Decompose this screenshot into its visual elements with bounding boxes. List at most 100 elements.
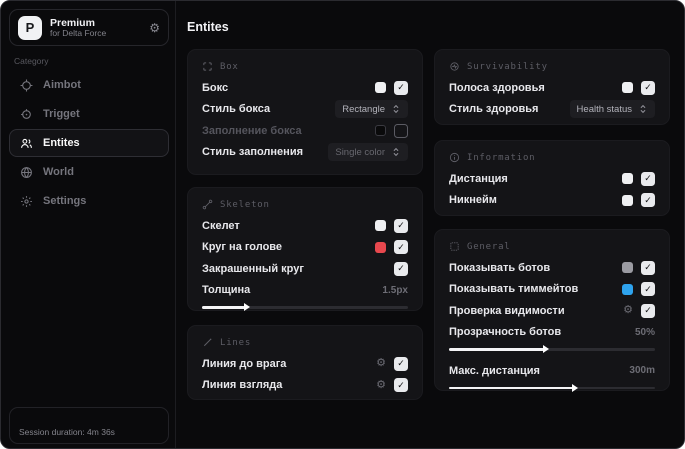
- row-controls: ✓: [375, 240, 408, 255]
- color-swatch[interactable]: [375, 241, 386, 253]
- sidebar-item-entites[interactable]: Entites: [9, 129, 169, 157]
- sidebar-item-settings[interactable]: Settings: [9, 187, 169, 215]
- setting-row: Линия взгляда ⚙ ✓: [202, 375, 408, 397]
- setting-label: Скелет: [202, 219, 240, 232]
- setting-label: Толщина: [202, 284, 251, 297]
- checkbox[interactable]: ✓: [394, 356, 408, 371]
- setting-row: Заполнение бокса: [202, 120, 408, 142]
- dropdown-health-style[interactable]: Health status: [569, 100, 655, 119]
- panel-header: Lines: [202, 335, 408, 350]
- app-logo: P: [18, 15, 42, 40]
- dropdown-fill-style[interactable]: Single color: [328, 143, 408, 162]
- panel-title: Lines: [220, 337, 252, 348]
- checkbox[interactable]: [394, 123, 408, 138]
- app-window: P Premium for Delta Force ⚙ Category Aim…: [0, 0, 685, 449]
- chevrons-up-down-icon: [393, 148, 399, 157]
- color-swatch[interactable]: [622, 173, 633, 185]
- sidebar-item-aimbot[interactable]: Aimbot: [9, 71, 169, 99]
- slider-fill: [449, 345, 549, 354]
- color-swatch[interactable]: [375, 125, 386, 137]
- checkbox[interactable]: ✓: [641, 171, 655, 186]
- checkbox[interactable]: ✓: [394, 240, 408, 255]
- panel-survivability: Survivability Полоса здоровья ✓ Стиль зд…: [434, 49, 670, 125]
- setting-label: Закрашенный круг: [202, 262, 304, 275]
- color-swatch[interactable]: [622, 262, 633, 274]
- brand-card: P Premium for Delta Force ⚙: [9, 9, 169, 46]
- dropdown-box-style[interactable]: Rectangle: [335, 100, 408, 119]
- setting-label: Показывать тиммейтов: [449, 283, 579, 296]
- row-controls: ✓: [375, 80, 408, 95]
- category-label: Category: [14, 56, 49, 66]
- panel-header: Information: [449, 150, 655, 165]
- thickness-slider[interactable]: [202, 302, 408, 312]
- gear-icon[interactable]: ⚙: [376, 379, 386, 391]
- dropdown-value: Health status: [576, 103, 632, 115]
- check-icon: ✓: [397, 82, 405, 93]
- slider-track: [202, 303, 408, 312]
- panel-header: Survivability: [449, 59, 655, 74]
- gear-icon[interactable]: ⚙: [149, 21, 160, 35]
- setting-row: Скелет ✓: [202, 215, 408, 237]
- slider-track: [449, 345, 655, 354]
- checkbox[interactable]: ✓: [641, 193, 655, 208]
- setting-row: Проверка видимости ⚙ ✓: [449, 300, 655, 322]
- slider-thumb[interactable]: [244, 303, 251, 312]
- setting-row: Стиль заполнения Single color: [202, 142, 408, 164]
- dropdown-value: Rectangle: [342, 103, 385, 115]
- grid-icon: [450, 242, 459, 251]
- bot-opacity-slider[interactable]: [449, 344, 655, 354]
- color-swatch[interactable]: [622, 82, 633, 94]
- slider-fill: [449, 383, 578, 392]
- setting-row: Макс. дистанция 300m: [449, 360, 655, 382]
- gear-icon[interactable]: ⚙: [376, 358, 386, 369]
- setting-row: Круг на голове ✓: [202, 237, 408, 259]
- panel-title: Survivability: [467, 61, 548, 72]
- slider-thumb[interactable]: [571, 383, 578, 392]
- color-swatch[interactable]: [375, 220, 386, 232]
- scan-box-icon: [203, 62, 212, 71]
- color-swatch[interactable]: [622, 283, 633, 295]
- setting-label: Линия взгляда: [202, 379, 283, 392]
- crosshair-icon: [20, 79, 33, 91]
- gear-icon: [21, 195, 32, 207]
- setting-label: Бокс: [202, 81, 229, 94]
- check-icon: ✓: [644, 194, 652, 205]
- panel-header: Skeleton: [202, 197, 408, 212]
- setting-label: Стиль бокса: [202, 103, 271, 116]
- color-swatch[interactable]: [622, 194, 633, 206]
- slider-track: [449, 383, 655, 392]
- max-distance-slider[interactable]: [449, 383, 655, 393]
- checkbox[interactable]: ✓: [394, 80, 408, 95]
- checkbox[interactable]: ✓: [394, 378, 408, 393]
- checkbox[interactable]: ✓: [641, 303, 655, 318]
- checkbox[interactable]: ✓: [641, 80, 655, 95]
- checkbox[interactable]: ✓: [641, 260, 655, 275]
- setting-row: Показывать ботов ✓: [449, 257, 655, 279]
- slider-value: 50%: [634, 326, 655, 338]
- setting-label: Стиль здоровья: [449, 103, 539, 116]
- color-swatch[interactable]: [375, 82, 386, 94]
- row-controls: ✓: [622, 193, 655, 208]
- checkbox[interactable]: ✓: [394, 261, 408, 276]
- checkbox[interactable]: ✓: [394, 218, 408, 233]
- setting-row: Стиль здоровья Health status: [449, 99, 655, 121]
- sidebar-item-trigget[interactable]: Trigget: [9, 100, 169, 128]
- setting-row: Дистанция ✓: [449, 168, 655, 190]
- checkbox[interactable]: ✓: [641, 282, 655, 297]
- setting-label: Макс. дистанция: [449, 364, 540, 377]
- sidebar-item-world[interactable]: World: [9, 158, 169, 186]
- slider-thumb[interactable]: [542, 345, 549, 354]
- brand-title: Premium: [50, 16, 95, 29]
- entities-icon: [21, 138, 32, 148]
- setting-row: Стиль бокса Rectangle: [202, 99, 408, 121]
- setting-row: Показывать тиммейтов ✓: [449, 279, 655, 301]
- setting-row: Никнейм ✓: [449, 190, 655, 212]
- bone-icon: [202, 199, 213, 210]
- panel-title: Information: [467, 152, 536, 163]
- session-box: Session duration: 4m 36s: [9, 407, 169, 444]
- setting-label: Прозрачность ботов: [449, 326, 562, 339]
- row-controls: ✓: [622, 80, 655, 95]
- check-icon: ✓: [644, 283, 652, 294]
- row-controls: ⚙ ✓: [376, 356, 408, 371]
- gear-icon[interactable]: ⚙: [623, 305, 633, 316]
